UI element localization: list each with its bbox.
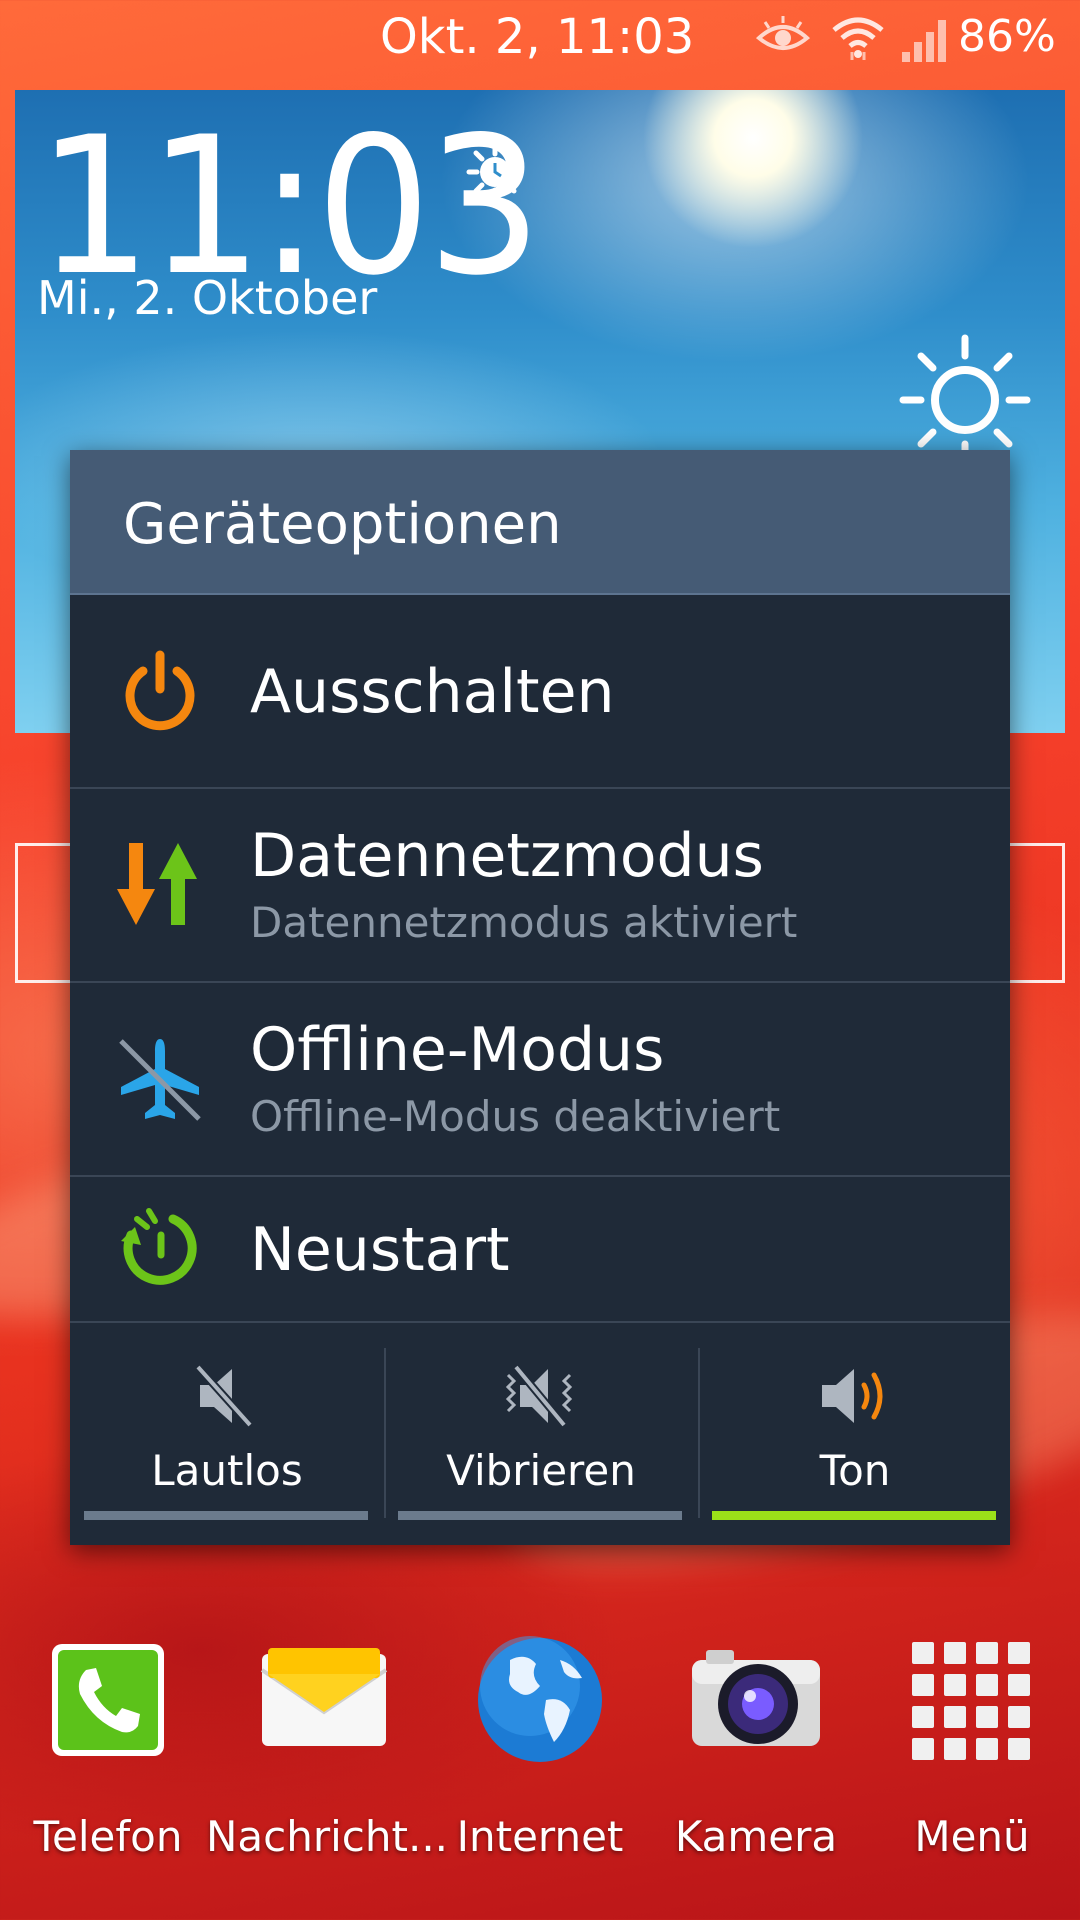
option-title: Datennetzmodus — [250, 821, 764, 891]
sound-mode-selector: Lautlos Vibrieren Ton — [70, 1323, 1010, 1545]
status-datetime: Okt. 2, 11:03 — [380, 9, 695, 65]
phone-icon — [38, 1630, 178, 1770]
data-network-icon — [115, 839, 205, 929]
dialog-header: Geräteoptionen — [70, 450, 1010, 595]
option-subtitle: Offline-Modus deaktiviert — [250, 1092, 781, 1141]
dock-app-internet[interactable]: Internet — [432, 1620, 648, 1861]
mode-label: Lautlos — [151, 1446, 303, 1495]
option-restart[interactable]: Neustart — [70, 1177, 1010, 1323]
airplane-off-icon — [115, 1035, 205, 1125]
dock-label: Kamera — [674, 1812, 838, 1861]
status-bar: Okt. 2, 11:03 86% — [0, 0, 1080, 75]
mode-indicator-bar — [84, 1511, 368, 1520]
mode-label: Ton — [819, 1446, 891, 1495]
dock-label: Menü — [914, 1812, 1030, 1861]
option-power-off[interactable]: Ausschalten — [70, 595, 1010, 789]
eye-icon — [755, 14, 811, 62]
wifi-icon — [830, 14, 886, 68]
sound-mode-silent[interactable]: Lautlos — [70, 1323, 384, 1545]
apps-grid-icon — [902, 1630, 1042, 1770]
sound-mode-vibrate[interactable]: Vibrieren — [384, 1323, 698, 1545]
dock-app-menu[interactable]: Menü — [864, 1620, 1080, 1861]
sound-icon — [808, 1361, 898, 1431]
option-title: Offline-Modus — [250, 1015, 665, 1085]
camera-icon — [686, 1630, 826, 1770]
device-options-dialog: Geräteoptionen Ausschalten Datennetzmodu… — [70, 450, 1010, 1545]
sound-mode-sound[interactable]: Ton — [698, 1323, 1012, 1545]
power-icon — [115, 647, 205, 737]
app-dock: Telefon Nachricht... Internet Kamera Men… — [0, 1620, 1080, 1861]
dock-label: Nachricht... — [206, 1812, 449, 1861]
mode-label: Vibrieren — [446, 1446, 636, 1495]
messages-icon — [254, 1630, 394, 1770]
signal-icon — [900, 14, 952, 68]
vibrate-icon — [494, 1361, 584, 1431]
dock-label: Internet — [456, 1812, 624, 1861]
option-subtitle: Datennetzmodus aktiviert — [250, 898, 798, 947]
mode-indicator-bar-selected — [712, 1511, 996, 1520]
widget-date: Mi., 2. Oktober — [37, 271, 378, 325]
restart-icon — [115, 1205, 205, 1295]
alarm-icon — [465, 142, 525, 206]
option-offline-mode[interactable]: Offline-Modus Offline-Modus deaktiviert — [70, 983, 1010, 1177]
dock-app-messages[interactable]: Nachricht... — [206, 1620, 448, 1861]
option-title: Ausschalten — [250, 657, 615, 727]
dock-label: Telefon — [33, 1812, 183, 1861]
option-data-network[interactable]: Datennetzmodus Datennetzmodus aktiviert — [70, 789, 1010, 983]
mode-indicator-bar — [398, 1511, 682, 1520]
option-title: Neustart — [250, 1215, 510, 1285]
dock-app-phone[interactable]: Telefon — [0, 1620, 216, 1861]
mute-icon — [180, 1361, 270, 1431]
dialog-title: Geräteoptionen — [123, 492, 562, 557]
battery-percentage: 86% — [958, 11, 1056, 62]
globe-icon — [470, 1630, 610, 1770]
dock-app-camera[interactable]: Kamera — [648, 1620, 864, 1861]
